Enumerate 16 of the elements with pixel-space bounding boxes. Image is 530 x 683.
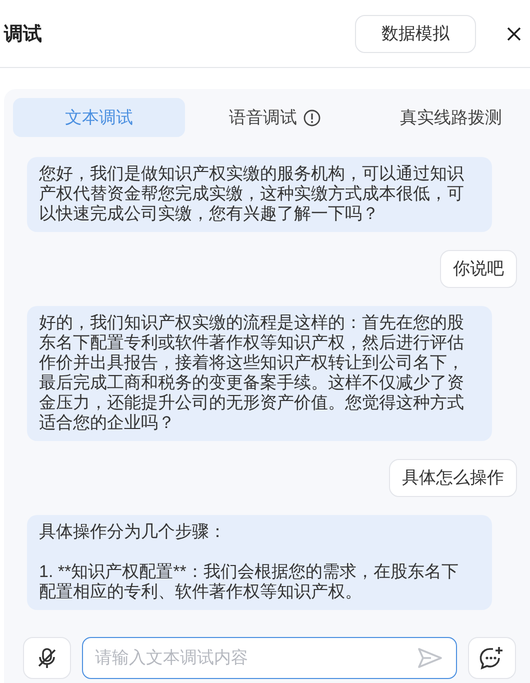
new-chat-button[interactable] [468, 637, 516, 679]
tab[interactable]: 真实线路拨测 [365, 98, 530, 137]
tab[interactable]: 语音调试 [189, 98, 361, 137]
info-icon [303, 108, 321, 126]
close-icon[interactable] [506, 26, 522, 42]
user-message: 具体怎么操作 [389, 459, 517, 497]
bot-message: 好的，我们知识产权实缴的流程是这样的：首先在您的股东名下配置专利或软件著作权等知识产权，然后进行评估作价并出具报告，接着将这些知识产权转让到公司名下，最后完成工商和税务的变更备案手续。这样不仅减少了资金压力，还能提升公司的无形资产价值。您觉得这种方式适合您的企业吗？ [27, 306, 492, 441]
bot-message: 具体操作分为几个步骤： 1. **知识产权配置**：我们会根据您的需求，在股东名下配置相应的专利、软件著作权等知识产权。 [27, 515, 492, 610]
microphone-off-icon [36, 647, 58, 669]
bot-message: 您好，我们是做知识产权实缴的服务机构，可以通过知识产权代替资金帮您完成实缴，这种实缴方式成本很低，可以快速完成公司实缴，您有兴趣了解一下吗？ [27, 157, 492, 232]
user-message: 你说吧 [440, 250, 517, 288]
chat-plus-icon [479, 646, 505, 670]
data-simulation-button[interactable]: 数据模拟 [355, 14, 476, 52]
mute-microphone-button[interactable] [23, 637, 71, 679]
window-title: 调试 [4, 22, 43, 46]
message-input-field[interactable]: 请输入文本调试内容 [82, 637, 457, 679]
